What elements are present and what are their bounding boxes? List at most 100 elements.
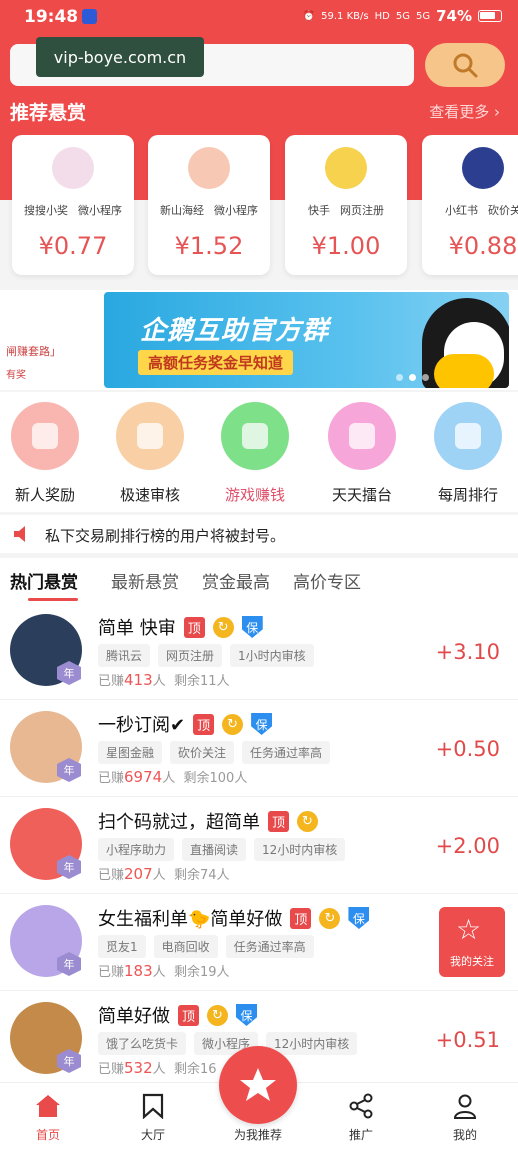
guarantee-badge-icon: 保	[251, 713, 273, 735]
nav-label: 我的	[452, 1128, 477, 1142]
nav-promote[interactable]: 推广	[326, 1093, 396, 1147]
task-tag: 星图金融	[98, 741, 163, 764]
status-time: 19:48	[24, 7, 79, 27]
guarantee-badge-icon: 保	[348, 907, 370, 929]
recommend-for-me-label: 为我推荐	[233, 1128, 282, 1142]
task-tabs: 热门悬赏 最新悬赏 赏金最高 高价专区	[0, 558, 518, 604]
bounty-price: ¥1.52	[174, 232, 244, 260]
task-title: 扫个码就过，超简单	[98, 812, 260, 833]
task-stats: 已赚207人 剩余74人	[98, 865, 230, 883]
banner-prev-text: 闸赚套路」	[6, 345, 61, 358]
bounty-card[interactable]: 快手 网页注册 ¥1.00	[285, 135, 407, 275]
task-tag: 12小时内审核	[266, 1032, 358, 1055]
net-speed: 59.1 KB/s	[321, 10, 369, 22]
quick-action-fast-review[interactable]: 极速审核	[105, 402, 195, 506]
gift-icon	[11, 402, 79, 470]
search-button[interactable]	[425, 43, 505, 87]
bounty-card[interactable]: 小红书 砍价关 ¥0.88	[422, 135, 518, 275]
favorites-label: 我的关注	[450, 955, 494, 968]
tab-latest[interactable]: 最新悬赏	[111, 568, 179, 593]
task-tag: 饿了么吃货卡	[98, 1032, 187, 1055]
watermark: vip-boye.com.cn	[36, 37, 204, 77]
status-icons: ⏰ 59.1 KB/s HD 5G 5G 74%	[303, 7, 502, 25]
view-more-link[interactable]: 查看更多 ›	[429, 101, 500, 122]
bounty-avatar	[462, 147, 504, 189]
task-title: 简单好做	[98, 1006, 170, 1027]
hd-icon: HD	[374, 10, 390, 22]
arena-icon	[328, 402, 396, 470]
task-title: 简单 快审	[98, 618, 176, 639]
ranking-icon	[434, 402, 502, 470]
tab-highest-reward[interactable]: 赏金最高	[202, 568, 270, 593]
banner-slide[interactable]: 企鹅互助官方群 高额任务奖金早知道	[104, 292, 509, 388]
recommend-title: 推荐悬赏	[10, 102, 87, 124]
quick-action-arena[interactable]: 天天擂台	[317, 402, 407, 506]
hall-icon	[142, 1093, 164, 1119]
guarantee-badge-icon: 保	[236, 1004, 257, 1026]
task-tag: 1小时内审核	[230, 644, 314, 667]
bounty-tag: 小红书	[445, 204, 478, 217]
refresh-badge-icon: ↻	[212, 616, 234, 638]
refresh-badge-icon: ↻	[297, 810, 318, 832]
task-row[interactable]: 年 一秒订阅✔ 顶 ↻ 保 星图金融 砍价关注 任务通过率高 已赚6974人 剩…	[0, 701, 518, 797]
banner-carousel[interactable]: 闸赚套路」 有奖 企鹅互助官方群 高额任务奖金早知道	[0, 290, 518, 390]
task-row[interactable]: 年 扫个码就过，超简单 顶 ↻ 小程序助力 直播阅读 12小时内审核 已赚207…	[0, 798, 518, 894]
recommend-for-me-button[interactable]	[219, 1046, 297, 1124]
nav-label: 推广	[348, 1128, 373, 1142]
bounty-price: ¥0.88	[448, 232, 518, 260]
notice-bar[interactable]: 私下交易刷排行榜的用户将被封号。	[0, 515, 518, 553]
carousel-dots[interactable]	[396, 374, 429, 381]
tab-high-price[interactable]: 高价专区	[293, 568, 361, 593]
quick-action-weekly-ranking[interactable]: 每周排行	[423, 402, 513, 506]
my-favorites-button[interactable]: ☆ 我的关注	[439, 907, 505, 977]
refresh-badge-icon: ↻	[319, 907, 341, 929]
task-tag: 直播阅读	[182, 838, 247, 861]
status-bar: 19:48 ⏰ 59.1 KB/s HD 5G 5G 74%	[0, 0, 518, 34]
bounty-price: ¥0.77	[38, 232, 108, 260]
star-fab-icon	[240, 1068, 276, 1101]
task-tag: 觅友1	[98, 935, 146, 958]
quick-actions: 新人奖励 极速审核 游戏赚钱 天天擂台 每周排行	[0, 392, 518, 512]
banner-title: 企鹅互助官方群	[140, 316, 330, 346]
tab-active-indicator	[28, 598, 78, 601]
search-icon	[453, 53, 478, 78]
nav-home[interactable]: 首页	[13, 1093, 83, 1147]
task-tag: 砍价关注	[170, 741, 235, 764]
task-stats: 已赚183人 剩余19人	[98, 962, 230, 980]
battery-icon	[478, 10, 502, 22]
top-badge: 顶	[290, 907, 312, 929]
carousel-dot[interactable]	[396, 374, 403, 381]
nav-mine[interactable]: 我的	[430, 1093, 500, 1147]
recommended-bounties: 搜搜小奖 微小程序 ¥0.77 新山海经 微小程序 ¥1.52 快手 网页注册 ¥1.…	[0, 135, 518, 280]
fast-review-icon	[116, 402, 184, 470]
tab-hot[interactable]: 热门悬赏	[10, 568, 78, 593]
quick-action-new-user[interactable]: 新人奖励	[0, 402, 90, 506]
task-tag: 任务通过率高	[242, 741, 331, 764]
user-icon	[453, 1094, 477, 1119]
share-icon	[349, 1093, 373, 1119]
bounty-tag: 网页注册	[340, 204, 384, 217]
bounty-avatar	[188, 147, 230, 189]
task-tag: 任务通过率高	[225, 935, 314, 958]
top-badge: 顶	[178, 1004, 199, 1026]
refresh-badge-icon: ↻	[207, 1004, 228, 1026]
task-reward: +3.10	[435, 640, 500, 664]
banner-subtitle: 高额任务奖金早知道	[138, 350, 294, 375]
quick-action-game[interactable]: 游戏赚钱	[210, 402, 300, 506]
task-tag: 电商回收	[153, 935, 218, 958]
bounty-card[interactable]: 搜搜小奖 微小程序 ¥0.77	[12, 135, 134, 275]
carousel-dot[interactable]	[422, 374, 429, 381]
nav-label: 首页	[35, 1128, 60, 1142]
bounty-avatar	[325, 147, 367, 189]
task-row[interactable]: 年 简单 快审 顶 ↻ 保 腾讯云 网页注册 1小时内审核 已赚413人 剩余1…	[0, 604, 518, 700]
task-tag: 12小时内审核	[254, 838, 346, 861]
bounty-card[interactable]: 新山海经 微小程序 ¥1.52	[148, 135, 270, 275]
signal-5g-icon: 5G	[395, 10, 410, 22]
carousel-dot-active[interactable]	[409, 374, 416, 381]
bounty-tag: 快手	[308, 204, 330, 217]
task-tag: 小程序助力	[98, 838, 175, 861]
refresh-badge-icon: ↻	[222, 713, 244, 735]
nav-hall[interactable]: 大厅	[118, 1093, 188, 1147]
banner-previous-slide[interactable]: 闸赚套路」 有奖	[0, 290, 96, 390]
star-outline-icon: ☆	[456, 913, 482, 946]
